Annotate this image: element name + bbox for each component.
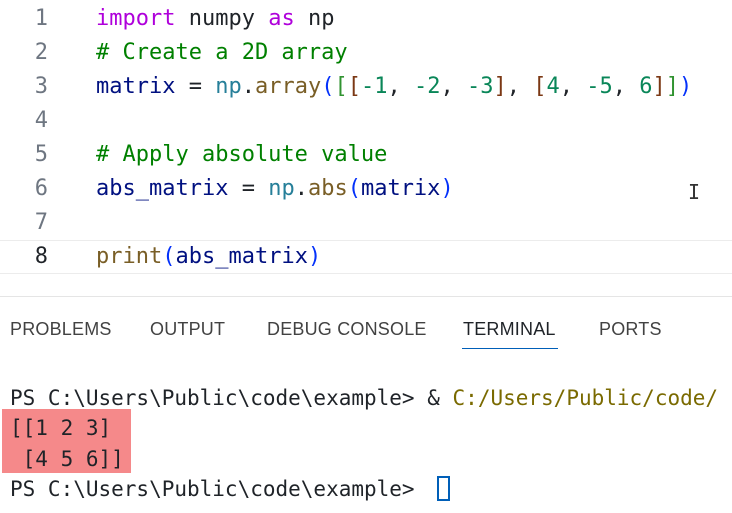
code-token: , [612, 74, 640, 99]
code-line[interactable]: 6 abs_matrix = np.abs(matrix) [0, 172, 732, 206]
code-token: [ [347, 74, 361, 99]
code-token: -5 [586, 74, 613, 99]
code-token: , [506, 74, 534, 99]
code-line[interactable]: 4 [0, 104, 732, 138]
code-token: # Apply absolute value [96, 142, 388, 167]
code-token: ] [665, 74, 679, 99]
code-token: = [175, 74, 216, 99]
terminal-output-line: [4 5 6]] [10, 447, 124, 471]
line-number: 6 [34, 176, 48, 201]
bottom-panel: PROBLEMS OUTPUT DEBUG CONSOLE TERMINAL P… [0, 296, 732, 513]
line-code: import numpy as np [96, 2, 334, 36]
line-code: print(abs_matrix) [96, 241, 321, 273]
line-number: 8 [34, 244, 48, 269]
code-token: abs_matrix [96, 176, 229, 201]
active-tab-indicator [462, 348, 558, 349]
code-token: . [294, 176, 308, 201]
code-token: as [268, 6, 295, 31]
tab-output[interactable]: OUTPUT [150, 319, 225, 340]
code-token: print [96, 244, 163, 269]
terminal-prompt-line: PS C:\Users\Public\code\example> [10, 474, 427, 504]
terminal-command-path: C:/Users/Public/code/ [452, 386, 719, 410]
code-token: matrix [360, 176, 441, 201]
code-token: , [440, 74, 467, 99]
terminal-output-line: [[1 2 3] [10, 416, 112, 440]
code-token: matrix [96, 74, 176, 99]
terminal-prompt: PS C:\Users\Public\code\example> [10, 477, 428, 501]
terminal-command-amp: & [427, 386, 453, 410]
code-token: ) [440, 176, 454, 201]
panel-tabs: PROBLEMS OUTPUT DEBUG CONSOLE TERMINAL P… [0, 297, 732, 357]
line-number: 2 [34, 40, 48, 65]
terminal-command-line: PS C:\Users\Public\code\example> & C:/Us… [10, 383, 718, 413]
code-token: abs [307, 176, 348, 201]
code-token: import [96, 6, 176, 31]
code-line[interactable]: 5 # Apply absolute value [0, 138, 732, 172]
line-number: 4 [34, 108, 48, 133]
code-token: 4 [546, 74, 560, 99]
code-line[interactable]: 8 print(abs_matrix) [0, 240, 732, 274]
code-line[interactable]: 2 # Create a 2D array [0, 36, 732, 70]
code-token: -3 [466, 74, 494, 99]
line-number: 5 [34, 142, 48, 167]
code-token: abs_matrix [175, 244, 308, 269]
code-token: 6 [639, 74, 653, 99]
code-line[interactable]: 1 import numpy as np [0, 2, 732, 36]
tab-problems[interactable]: PROBLEMS [10, 319, 112, 340]
terminal-prompt: PS C:\Users\Public\code\example> [10, 386, 428, 410]
line-code: abs_matrix = np.abs(matrix) [96, 172, 454, 206]
code-token: ( [162, 244, 176, 269]
tab-debug-console[interactable]: DEBUG CONSOLE [267, 319, 427, 340]
code-token: -1 [360, 74, 388, 99]
code-token: , [387, 74, 414, 99]
code-token: [ [334, 74, 348, 99]
line-code: # Apply absolute value [96, 138, 387, 172]
code-token: ( [347, 176, 361, 201]
code-token: ] [652, 74, 666, 99]
code-token: ( [321, 74, 335, 99]
code-token: . [241, 74, 255, 99]
line-number: 3 [34, 74, 48, 99]
code-token: = [228, 176, 269, 201]
code-editor[interactable]: 1 import numpy as np 2 # Create a 2D array 3… [0, 0, 732, 296]
tab-ports[interactable]: PORTS [599, 319, 662, 340]
code-token: numpy [175, 6, 269, 31]
code-token: np [294, 6, 335, 31]
line-code: # Create a 2D array [96, 36, 348, 70]
code-token: ] [493, 74, 507, 99]
tab-terminal[interactable]: TERMINAL [463, 319, 556, 340]
code-token: ) [307, 244, 322, 269]
line-code: matrix = np.array([[-1, -2, -3], [4, -5,… [96, 70, 692, 104]
code-line[interactable]: 7 [0, 206, 732, 240]
code-line[interactable]: 3 matrix = np.array([[-1, -2, -3], [4, -5… [0, 70, 732, 104]
code-token: , [559, 74, 587, 99]
line-number: 7 [34, 210, 48, 235]
terminal-cursor[interactable] [437, 476, 450, 501]
text-cursor-icon: I [688, 180, 701, 204]
code-token: -2 [413, 74, 441, 99]
code-token: np [268, 176, 295, 201]
code-token: np [215, 74, 242, 99]
code-token: # Create a 2D array [96, 40, 348, 65]
code-token: [ [533, 74, 547, 99]
code-token: ) [678, 74, 693, 99]
code-token: array [254, 74, 322, 99]
line-number: 1 [34, 6, 48, 31]
vscode-window: 1 import numpy as np 2 # Create a 2D array 3… [0, 0, 732, 513]
